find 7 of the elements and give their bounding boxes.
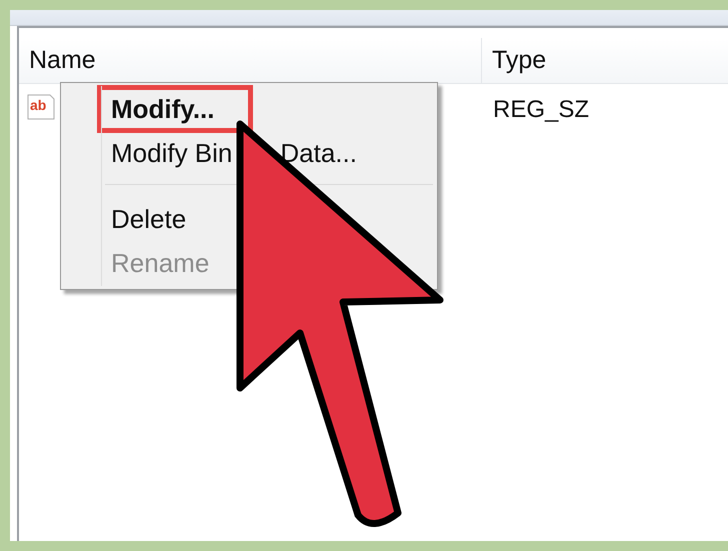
- string-value-icon: ab: [26, 92, 56, 122]
- column-header[interactable]: Type: [482, 38, 546, 83]
- type-cell-text: REG_SZ: [493, 95, 590, 125]
- menu-item[interactable]: Delete: [111, 201, 186, 237]
- menu-item[interactable]: Data...: [280, 135, 357, 171]
- menu-item[interactable]: Modify Bin: [111, 135, 232, 171]
- menu-item[interactable]: Modify...: [111, 91, 215, 127]
